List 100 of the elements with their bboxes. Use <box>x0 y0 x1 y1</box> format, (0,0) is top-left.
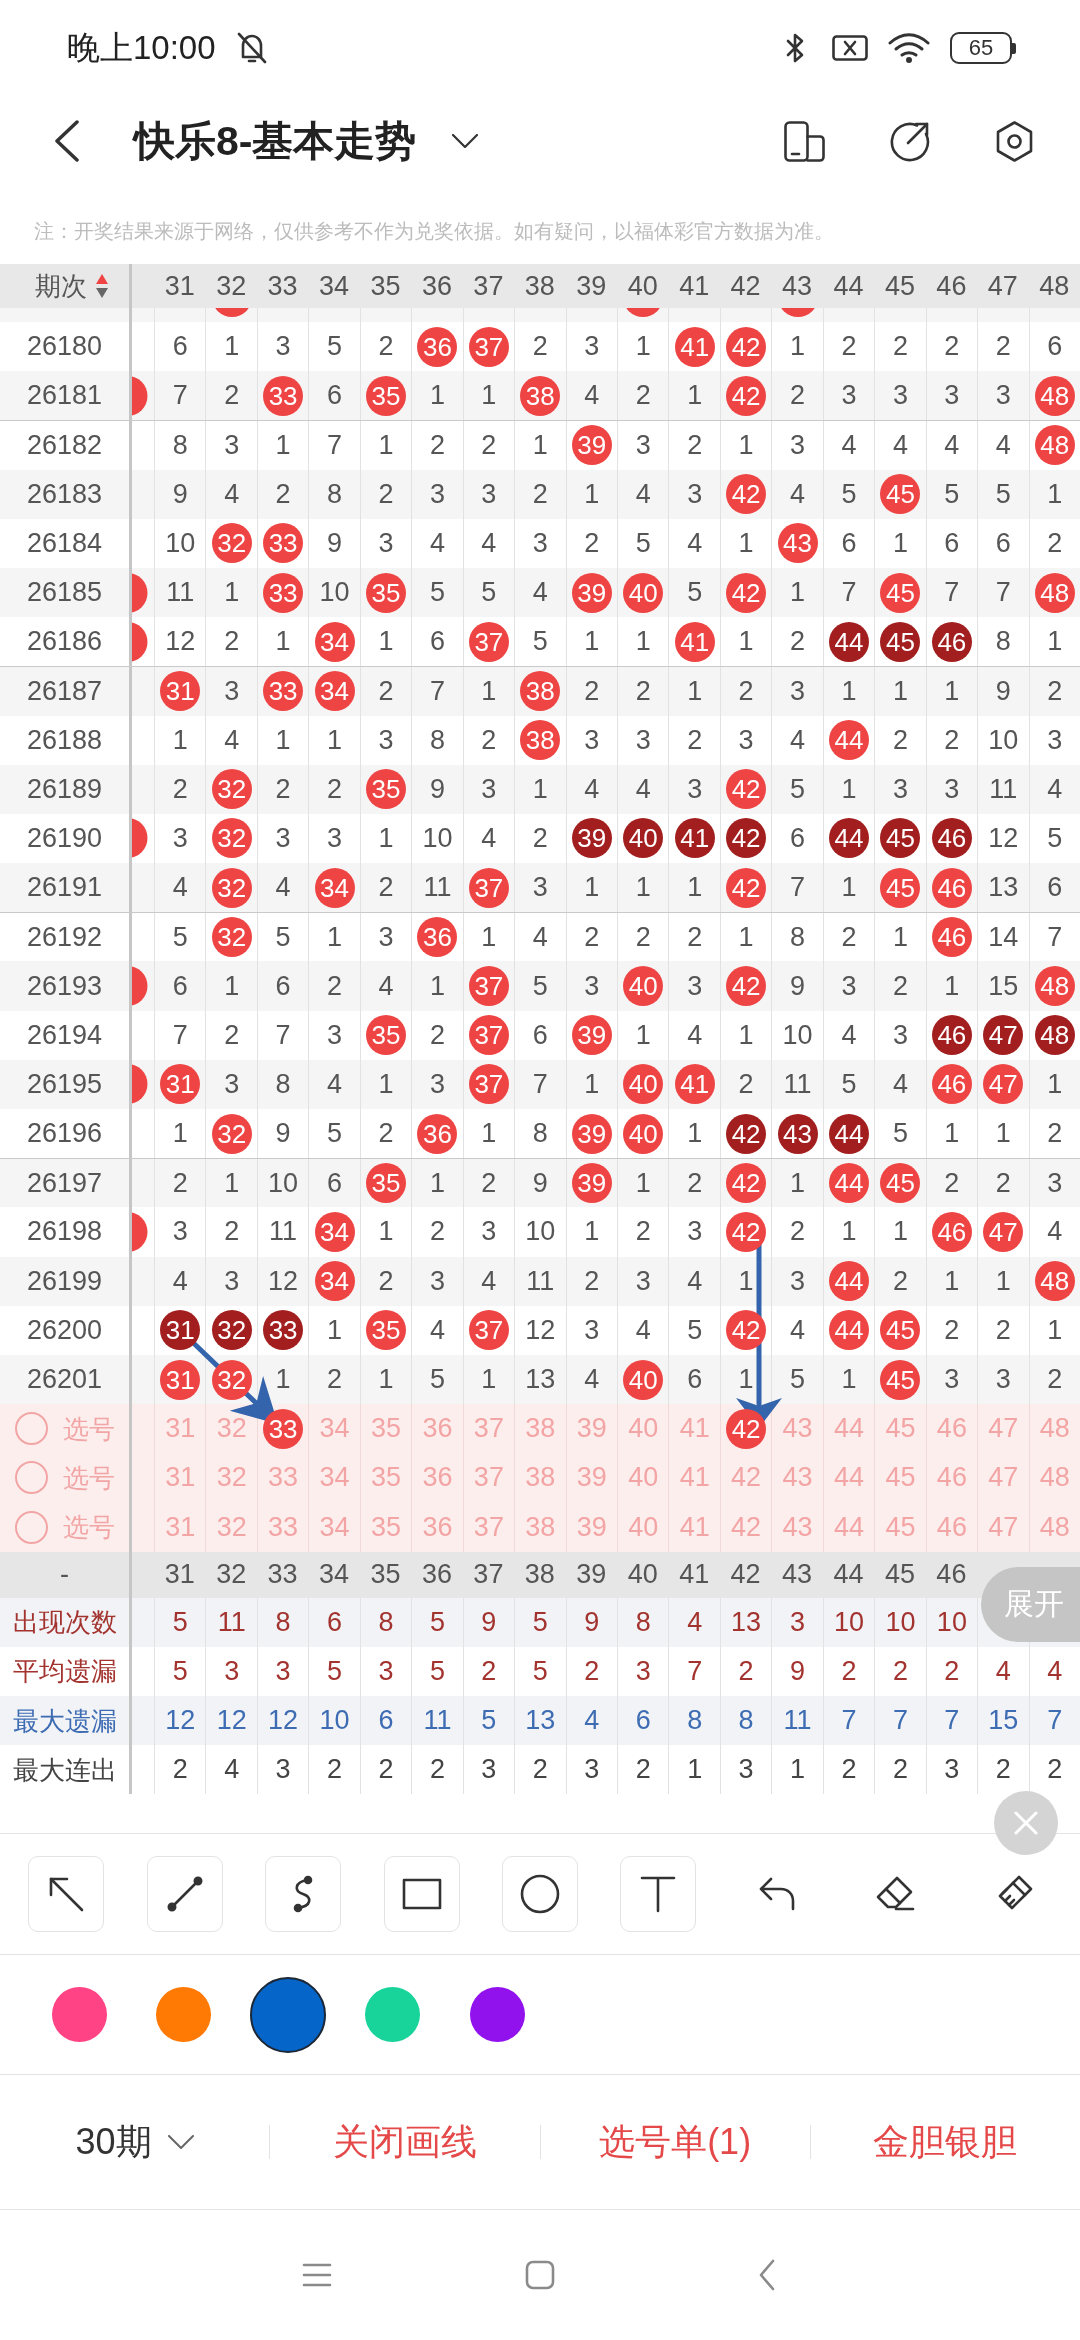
line-tool-button[interactable] <box>146 1856 223 1932</box>
circle-tool-button[interactable] <box>502 1856 578 1932</box>
color-swatch[interactable] <box>365 1987 421 2042</box>
pick-number[interactable]: 43 <box>782 1464 813 1492</box>
column-heading: 47 <box>987 272 1018 300</box>
miss-count: 6 <box>944 529 960 557</box>
pick-number[interactable]: 38 <box>525 1415 556 1443</box>
pick-number[interactable]: 36 <box>422 1464 453 1492</box>
pick-number[interactable]: 45 <box>885 1415 916 1443</box>
pick-number[interactable]: 44 <box>833 1464 864 1492</box>
period-number: 26185 <box>26 579 103 607</box>
pick-checkbox[interactable] <box>15 1461 48 1495</box>
home-square-icon[interactable] <box>525 2260 555 2290</box>
pick-number[interactable]: 40 <box>628 1513 659 1541</box>
pick-number[interactable]: 39 <box>576 1464 607 1492</box>
column-heading: 45 <box>884 1561 915 1589</box>
pick-number[interactable]: 40 <box>628 1464 659 1492</box>
sort-icon[interactable] <box>95 273 109 299</box>
pick-number[interactable]: 48 <box>1039 1464 1070 1492</box>
period-number: 26188 <box>26 726 103 754</box>
miss-count: 3 <box>224 431 240 459</box>
miss-count: 1 <box>224 972 240 1000</box>
curve-tool-button[interactable] <box>265 1856 342 1932</box>
pick-number[interactable]: 47 <box>988 1513 1019 1541</box>
pick-number[interactable]: 42 <box>731 1464 762 1492</box>
pick-number[interactable]: 38 <box>525 1513 556 1541</box>
action-button[interactable]: 关闭画线 <box>270 2124 540 2160</box>
miss-count: 10 <box>988 726 1019 754</box>
pick-number[interactable]: 45 <box>885 1464 916 1492</box>
pick-number[interactable]: 48 <box>1039 1415 1070 1443</box>
pick-checkbox[interactable] <box>15 1510 48 1544</box>
pick-number[interactable]: 39 <box>576 1415 607 1443</box>
pick-number[interactable]: 37 <box>473 1513 504 1541</box>
miss-count: 2 <box>944 1169 960 1197</box>
pick-number[interactable]: 42 <box>731 1513 762 1541</box>
pick-number[interactable]: 41 <box>679 1464 710 1492</box>
pick-number[interactable]: 37 <box>473 1415 504 1443</box>
pick-number[interactable]: 45 <box>885 1513 916 1541</box>
miss-count: 10 <box>525 1218 556 1246</box>
miss-count: 4 <box>995 431 1011 459</box>
pick-number[interactable]: 43 <box>782 1513 813 1541</box>
pick-number[interactable]: 48 <box>1039 1513 1070 1541</box>
pick-number[interactable]: 47 <box>988 1464 1019 1492</box>
pick-number[interactable]: 36 <box>422 1415 453 1443</box>
expand-button[interactable]: 展开 <box>981 1566 1080 1642</box>
arrow-tool-button[interactable] <box>28 1856 105 1932</box>
miss-count: 2 <box>327 972 343 1000</box>
period-select[interactable]: 30期 <box>0 2124 270 2160</box>
back-icon[interactable] <box>54 120 80 162</box>
pick-number[interactable]: 46 <box>936 1464 967 1492</box>
pick-number[interactable]: 44 <box>833 1415 864 1443</box>
stat-value: 5 <box>532 1608 548 1636</box>
pick-number[interactable]: 31 <box>165 1464 196 1492</box>
period-number: 26184 <box>26 529 103 557</box>
miss-count: 1 <box>790 1169 806 1197</box>
pick-number[interactable]: 34 <box>319 1464 350 1492</box>
pick-number[interactable]: 34 <box>319 1513 350 1541</box>
pick-number[interactable]: 46 <box>936 1415 967 1443</box>
devices-icon[interactable] <box>784 120 825 162</box>
pick-number[interactable]: 44 <box>833 1513 864 1541</box>
miss-count: 4 <box>892 1070 908 1098</box>
pick-number[interactable]: 35 <box>370 1464 401 1492</box>
pick-number[interactable]: 31 <box>165 1415 196 1443</box>
action-button[interactable]: 金胆银胆 <box>810 2124 1080 2160</box>
pick-number[interactable]: 40 <box>628 1415 659 1443</box>
miss-count: 9 <box>327 529 343 557</box>
pick-number[interactable]: 37 <box>473 1464 504 1492</box>
rectangle-tool-button[interactable] <box>383 1856 460 1932</box>
pick-number[interactable]: 35 <box>370 1513 401 1541</box>
miss-count: 3 <box>892 1021 908 1049</box>
pick-number[interactable]: 34 <box>319 1415 350 1443</box>
stat-value: 10 <box>885 1608 916 1636</box>
chevron-down-icon[interactable] <box>452 134 479 148</box>
pick-number[interactable]: 32 <box>216 1415 247 1443</box>
pick-checkbox[interactable] <box>15 1412 48 1446</box>
pick-number[interactable]: 36 <box>422 1513 453 1541</box>
pick-number[interactable]: 39 <box>576 1513 607 1541</box>
color-swatch[interactable] <box>51 1987 107 2042</box>
text-tool-button[interactable] <box>620 1856 697 1932</box>
action-button[interactable]: 选号单(1) <box>540 2124 810 2160</box>
settings-icon[interactable] <box>994 120 1035 162</box>
pick-number[interactable]: 38 <box>525 1464 556 1492</box>
color-swatch[interactable] <box>469 1987 525 2042</box>
menu-icon[interactable] <box>302 2263 332 2287</box>
stat-value: 2 <box>327 1756 343 1784</box>
stat-value: 4 <box>1047 1657 1063 1685</box>
pick-number[interactable]: 33 <box>268 1513 299 1541</box>
pick-number[interactable]: 35 <box>370 1415 401 1443</box>
pick-number[interactable]: 33 <box>268 1464 299 1492</box>
pick-number[interactable]: 41 <box>679 1415 710 1443</box>
arrow-out-circle-icon[interactable] <box>889 120 930 162</box>
pick-number[interactable]: 43 <box>782 1415 813 1443</box>
miss-count: 3 <box>635 726 651 754</box>
pick-number[interactable]: 46 <box>936 1513 967 1541</box>
color-swatch[interactable] <box>156 1987 212 2042</box>
pick-number[interactable]: 31 <box>165 1513 196 1541</box>
pick-number[interactable]: 41 <box>679 1513 710 1541</box>
pick-number[interactable]: 32 <box>216 1464 247 1492</box>
pick-number[interactable]: 32 <box>216 1513 247 1541</box>
pick-number[interactable]: 47 <box>988 1415 1019 1443</box>
